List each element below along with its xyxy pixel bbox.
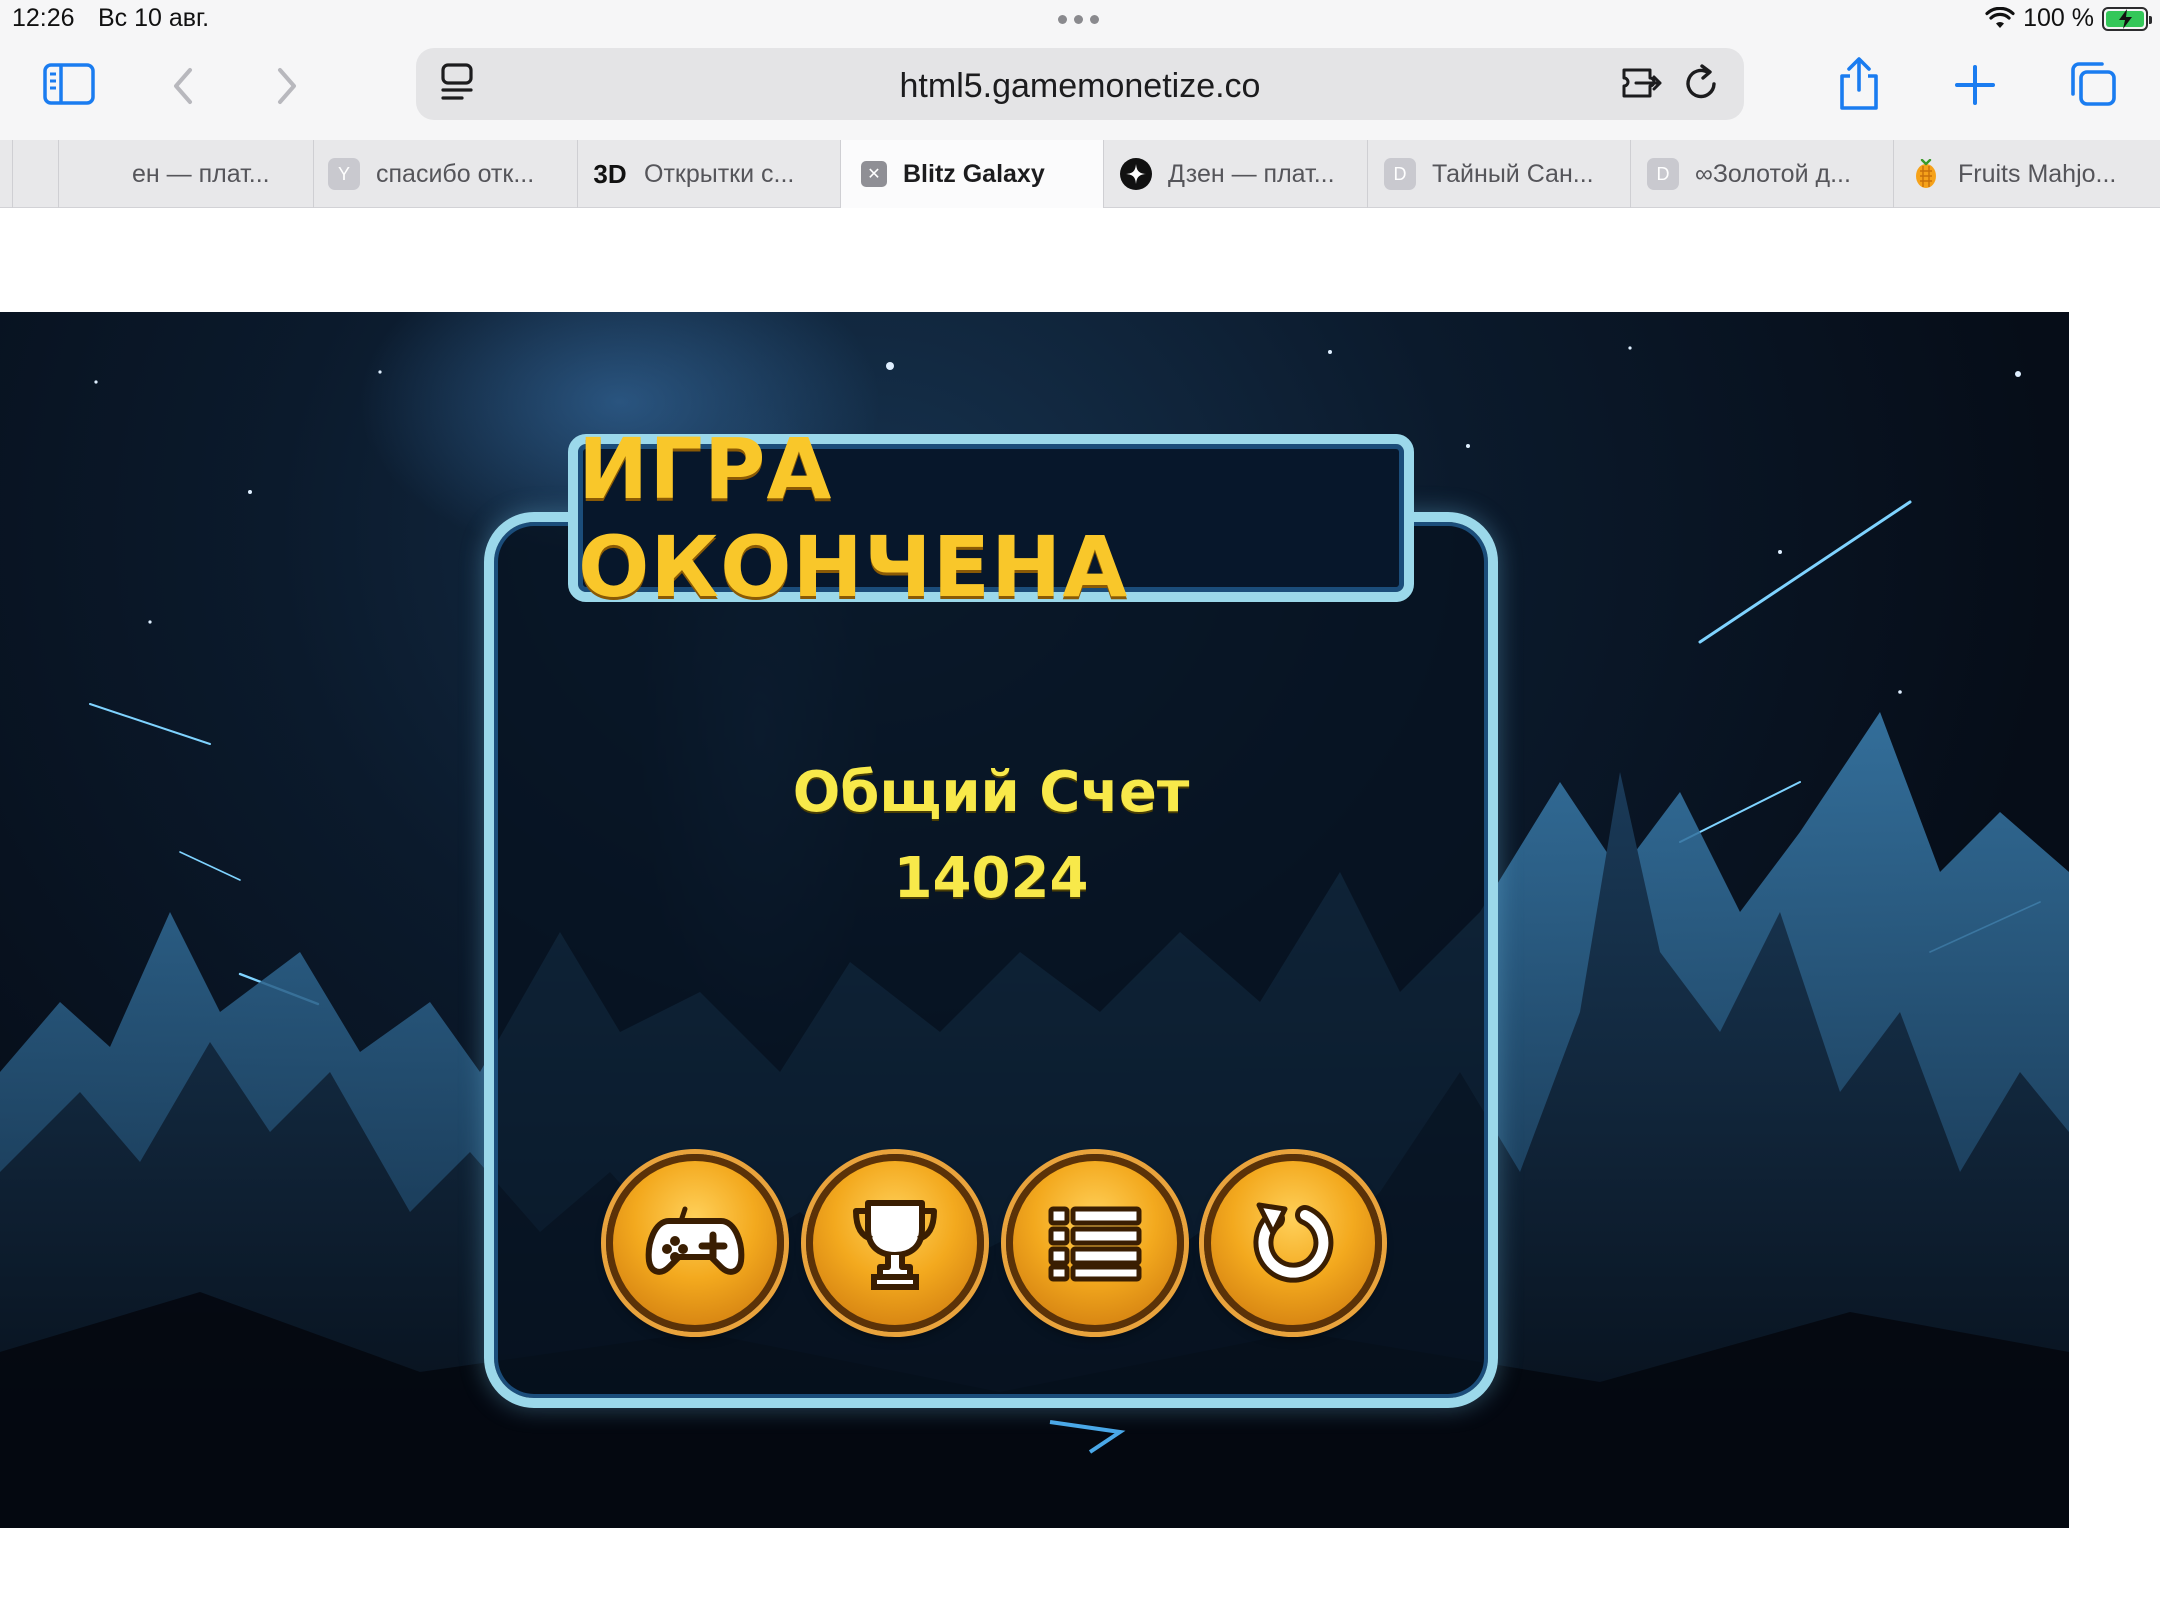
wifi-icon (1985, 6, 2015, 28)
tabs-overview-icon[interactable] (2068, 60, 2118, 108)
tab-item[interactable]: D ∞Золотой д... (1630, 140, 1894, 208)
tab-item[interactable]: Fruits Mahjo... (1893, 140, 2160, 208)
zen-favicon-icon (1120, 158, 1152, 190)
tab-item[interactable]: D Тайный Сан... (1367, 140, 1631, 208)
restart-button[interactable] (1204, 1154, 1382, 1332)
d-favicon-icon: D (1647, 158, 1679, 190)
forward-icon[interactable] (272, 64, 302, 108)
tab-item[interactable] (12, 140, 58, 208)
restart-icon (1253, 1202, 1334, 1283)
url-text: html5.gamemonetize.co (899, 67, 1261, 105)
tab-label: Дзен — плат... (1168, 159, 1335, 188)
browser-toolbar: html5.gamemonetize.co (0, 40, 2160, 140)
game-over-title-box: ИГРА ОКОНЧЕНА (568, 420, 1414, 616)
total-score-label: Общий Счет (792, 760, 1190, 825)
yandex-favicon-icon: Y (328, 158, 360, 190)
menu-list-button[interactable] (1006, 1154, 1184, 1332)
tab-label: Fruits Mahjo... (1958, 159, 2117, 188)
trophy-icon (853, 1200, 937, 1290)
status-date: Вс 10 авг. (98, 4, 210, 32)
address-bar[interactable]: html5.gamemonetize.co (416, 48, 1744, 120)
tab-label: ен — плат... (132, 159, 270, 188)
tab-item[interactable]: Дзен — плат... (1103, 140, 1368, 208)
battery-icon (2102, 6, 2152, 31)
tab-item[interactable]: ен — плат... (132, 140, 314, 208)
tab-item[interactable]: 3D Открытки с... (577, 140, 841, 208)
game-canvas[interactable]: ИГРА ОКОНЧЕНА Общий Счет 14024 (0, 312, 2069, 1528)
back-icon[interactable] (168, 64, 198, 108)
status-bar: 12:26 Вс 10 авг. 100 % (0, 0, 2160, 40)
gamepad-icon (645, 1206, 745, 1275)
new-tab-icon[interactable] (1954, 64, 1996, 106)
tab-label: Blitz Galaxy (903, 159, 1045, 188)
total-score-value: 14024 (893, 846, 1089, 911)
multitasking-dots-icon[interactable] (1058, 15, 1099, 24)
tab-label: Тайный Сан... (1432, 159, 1594, 188)
list-icon (1048, 1206, 1142, 1282)
tab-item-active[interactable]: ✕ Blitz Galaxy (840, 140, 1104, 208)
d-favicon-icon: D (1384, 158, 1416, 190)
tab-item[interactable] (58, 140, 134, 208)
extensions-icon[interactable] (1620, 64, 1664, 107)
tab-label: ∞Золотой д... (1695, 159, 1851, 188)
reload-icon[interactable] (1682, 62, 1722, 109)
battery-percent: 100 % (2023, 4, 2094, 32)
tab-label: Открытки с... (644, 159, 795, 188)
tab-bar: ен — плат... Y спасибо отк... 3D Открытк… (0, 140, 2160, 208)
share-icon[interactable] (1836, 56, 1882, 112)
status-time: 12:26 (12, 4, 75, 32)
close-tab-icon[interactable]: ✕ (861, 161, 887, 187)
tab-item[interactable]: Y спасибо отк... (313, 140, 578, 208)
fruit-favicon-icon (1910, 158, 1942, 190)
game-over-title: ИГРА ОКОНЧЕНА (578, 420, 1129, 616)
more-games-button[interactable] (606, 1154, 784, 1332)
tab-label: спасибо отк... (376, 159, 535, 188)
sidebar-toggle-icon[interactable] (42, 62, 96, 106)
3d-favicon-icon: 3D (593, 158, 627, 189)
leaderboard-button[interactable] (806, 1154, 984, 1332)
